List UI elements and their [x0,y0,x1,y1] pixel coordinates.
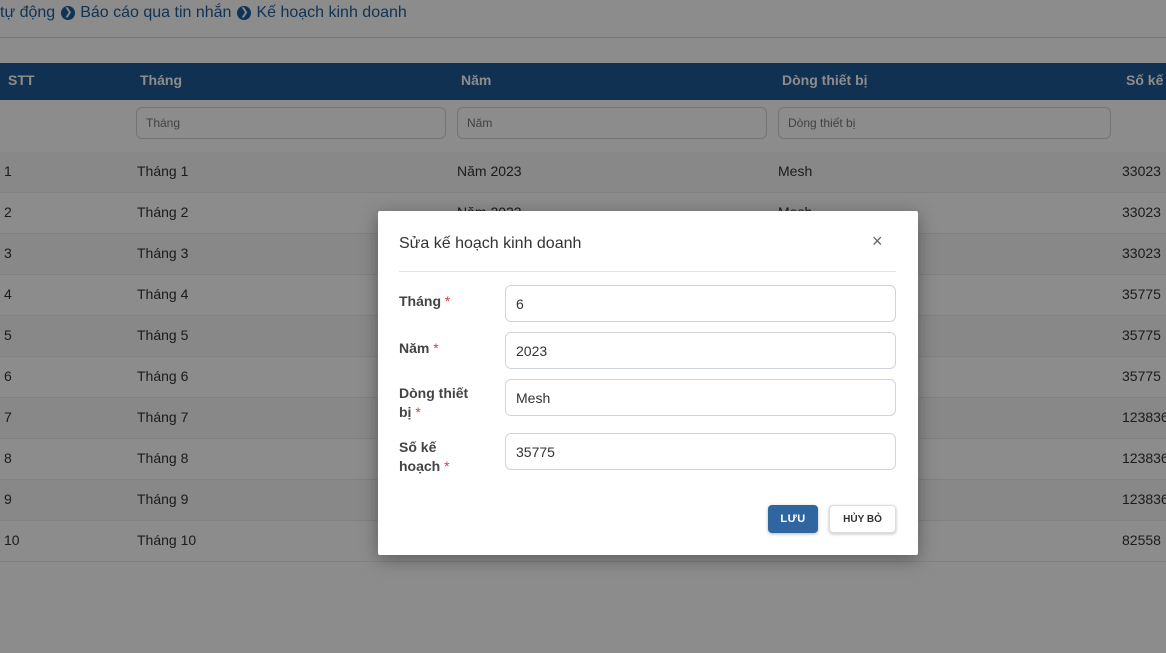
edit-business-plan-modal: Sửa kế hoạch kinh doanh × Tháng * Năm * … [378,211,918,555]
year-label: Năm * [399,340,439,356]
save-button[interactable]: LƯU [768,505,818,533]
month-label: Tháng * [399,293,451,309]
cancel-button[interactable]: HỦY BỎ [829,505,896,533]
required-marker: * [433,340,439,356]
modal-title: Sửa kế hoạch kinh doanh [399,235,582,252]
plan-field[interactable] [505,433,896,470]
plan-label: Số kế hoạch * [399,439,450,474]
device-label: Dòng thiết bị * [399,385,469,420]
close-icon[interactable]: × [872,231,883,252]
required-marker: * [444,458,450,474]
modal-divider [399,271,896,272]
device-field[interactable] [505,379,896,416]
year-field[interactable] [505,332,896,369]
month-field[interactable] [505,285,896,322]
required-marker: * [444,293,451,309]
required-marker: * [415,404,421,420]
